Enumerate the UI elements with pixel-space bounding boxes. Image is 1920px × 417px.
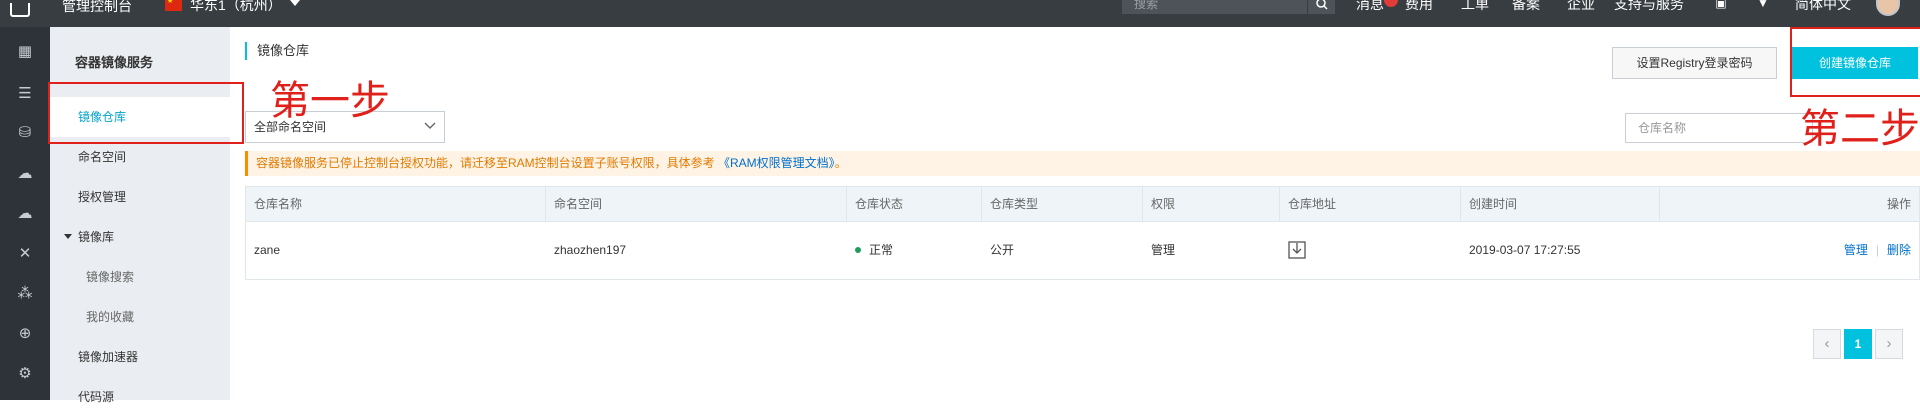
col-header-status: 仓库状态 xyxy=(847,187,982,221)
repo-actions-cell: 管理 | 删除 xyxy=(1660,222,1919,278)
sidebar-group-label: 镜像库 xyxy=(78,230,115,244)
pagination-prev-button[interactable]: ‹ xyxy=(1813,329,1841,359)
china-flag-icon xyxy=(165,0,182,11)
top-bar: 管理控制台 华东1（杭州） 搜索 消息 费用 工单 备案 企业 支持与服务 ▣ … xyxy=(0,0,1920,27)
pagination-next-button[interactable]: › xyxy=(1875,329,1903,359)
status-ok-icon xyxy=(855,247,861,253)
annotation-step2: 第二步 xyxy=(1800,106,1920,152)
annotation-box-step1 xyxy=(48,82,244,144)
repo-status-text: 正常 xyxy=(869,243,894,257)
registry-password-button[interactable]: 设置Registry登录密码 xyxy=(1612,47,1777,79)
nodes-icon[interactable]: ⁂ xyxy=(17,286,33,302)
notes-icon[interactable]: ▣ xyxy=(1714,0,1728,10)
search-button[interactable] xyxy=(1307,0,1335,14)
product-icon-rail: ▦ ☰ ⛁ ☁ ☁ ✕ ⁂ ⊕ ⚙ xyxy=(0,27,50,400)
chevron-down-icon[interactable] xyxy=(290,0,300,6)
sidebar-item-favorites[interactable]: 我的收藏 xyxy=(50,297,230,337)
globe-icon[interactable]: ⊕ xyxy=(17,326,33,342)
nav-support[interactable]: 支持与服务 xyxy=(1614,0,1684,12)
message-badge xyxy=(1384,0,1398,7)
action-separator: | xyxy=(1875,243,1879,257)
nav-filing[interactable]: 备案 xyxy=(1512,0,1540,12)
col-header-actions: 操作 xyxy=(1886,197,1911,211)
main-content: 镜像仓库 设置Registry登录密码 创建镜像仓库 全部命名空间 容器镜像服务… xyxy=(230,27,1920,400)
sidebar-item-code-source[interactable]: 代码源 xyxy=(50,377,230,417)
annotation-step1: 第一步 xyxy=(270,78,390,124)
notice-end: 。 xyxy=(834,156,847,170)
col-header-name: 仓库名称 xyxy=(246,187,546,221)
col-header-address: 仓库地址 xyxy=(1280,187,1461,221)
aliyun-logo-icon[interactable] xyxy=(10,3,30,17)
table-row: zane zhaozhen197 正常 公开 管理 2019-03-07 17:… xyxy=(245,222,1920,280)
nav-enterprise[interactable]: 企业 xyxy=(1567,0,1595,12)
delete-link[interactable]: 删除 xyxy=(1887,243,1911,257)
ram-doc-link[interactable]: 《RAM权限管理文档》 xyxy=(718,156,835,170)
region-selector[interactable]: 华东1（杭州） xyxy=(190,0,282,12)
notice-text: 容器镜像服务已停止控制台授权功能，请迁移至RAM控制台设置子账号权限，具体参考 xyxy=(256,156,715,170)
repo-address-cell xyxy=(1280,222,1306,278)
sidebar-item-image-search[interactable]: 镜像搜索 xyxy=(50,257,230,297)
console-title[interactable]: 管理控制台 xyxy=(62,0,132,13)
repo-permission-cell: 管理 xyxy=(1151,243,1176,257)
network-icon[interactable]: ✕ xyxy=(17,246,33,262)
table-header: 仓库名称 命名空间 仓库状态 仓库类型 权限 仓库地址 创建时间 操作 xyxy=(245,186,1920,222)
database-icon[interactable]: ⛁ xyxy=(17,125,33,141)
repo-created-cell: 2019-03-07 17:27:55 xyxy=(1469,243,1581,257)
repo-namespace-cell: zhaozhen197 xyxy=(554,243,627,257)
repo-name-cell: zane xyxy=(254,243,281,257)
nav-tickets[interactable]: 工单 xyxy=(1461,0,1489,12)
deprecation-notice: 容器镜像服务已停止控制台授权功能，请迁移至RAM控制台设置子账号权限，具体参考 … xyxy=(245,151,1920,176)
service-title: 容器镜像服务 xyxy=(75,55,154,70)
nav-billing[interactable]: 费用 xyxy=(1405,0,1433,12)
language-selector[interactable]: 简体中文 xyxy=(1795,0,1851,12)
sidebar-item-authorization[interactable]: 授权管理 xyxy=(50,177,230,217)
cloud-upload-icon[interactable]: ☁ xyxy=(17,206,33,222)
download-icon[interactable] xyxy=(1288,241,1306,259)
nav-messages[interactable]: 消息 xyxy=(1356,0,1384,12)
repository-name-search-input[interactable] xyxy=(1625,113,1813,143)
sidebar-group-image-library[interactable]: 镜像库 xyxy=(50,217,230,257)
cart-icon[interactable]: ▼ xyxy=(1756,0,1770,10)
repo-status-cell: 正常 xyxy=(847,222,893,278)
gear-icon[interactable]: ⚙ xyxy=(17,366,33,382)
col-header-created: 创建时间 xyxy=(1461,187,1660,221)
cloud-icon[interactable]: ☁ xyxy=(17,166,33,182)
grid-menu-icon[interactable]: ▦ xyxy=(17,44,33,60)
col-header-permission: 权限 xyxy=(1143,187,1280,221)
chevron-down-icon xyxy=(424,122,436,129)
page-title: 镜像仓库 xyxy=(245,42,309,60)
repository-table: 仓库名称 命名空间 仓库状态 仓库类型 权限 仓库地址 创建时间 操作 zane… xyxy=(245,186,1920,280)
col-header-type: 仓库类型 xyxy=(982,187,1143,221)
global-search-input[interactable]: 搜索 xyxy=(1122,0,1307,14)
search-icon xyxy=(1316,0,1328,10)
sidebar-item-accelerator[interactable]: 镜像加速器 xyxy=(50,337,230,377)
manage-link[interactable]: 管理 xyxy=(1844,243,1868,257)
caret-down-icon xyxy=(64,234,72,239)
pagination-page-1[interactable]: 1 xyxy=(1844,329,1872,359)
server-icon[interactable]: ☰ xyxy=(17,86,33,102)
annotation-box-step2 xyxy=(1790,27,1920,97)
avatar[interactable] xyxy=(1876,0,1900,16)
col-header-namespace: 命名空间 xyxy=(546,187,847,221)
repo-type-cell: 公开 xyxy=(990,243,1015,257)
